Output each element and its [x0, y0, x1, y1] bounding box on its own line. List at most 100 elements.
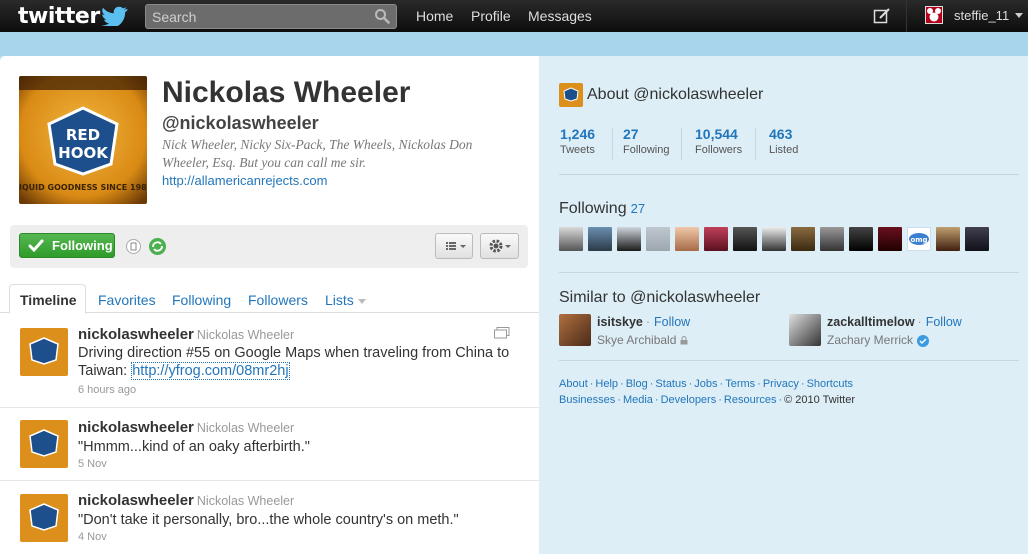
divider	[559, 360, 1019, 361]
separator-dot: ·	[645, 315, 651, 329]
following-avatar[interactable]	[762, 227, 786, 251]
following-avatar[interactable]	[675, 227, 699, 251]
tweet-avatar[interactable]	[20, 494, 68, 542]
stat-followers-number: 10,544	[695, 126, 738, 142]
following-avatar[interactable]	[849, 227, 873, 251]
footer-link-about[interactable]: About	[559, 378, 588, 390]
following-button[interactable]: Following	[19, 233, 115, 258]
profile-picture[interactable]: RED HOOK LIQUID GOODNESS SINCE 1981	[19, 76, 147, 204]
device-notifications-icon[interactable]	[126, 239, 141, 254]
tab-favorites[interactable]: Favorites	[98, 292, 156, 308]
tweet-timestamp[interactable]: 5 Nov	[78, 458, 107, 470]
bird-icon	[101, 6, 128, 26]
following-avatar[interactable]: omg	[907, 227, 931, 251]
profile-actions-bar: Following	[10, 225, 528, 268]
tweet-timestamp[interactable]: 6 hours ago	[78, 384, 136, 396]
similar-follow-link[interactable]: Follow	[926, 315, 962, 329]
similar-follow-link[interactable]: Follow	[654, 315, 690, 329]
compose-icon[interactable]	[873, 7, 891, 25]
user-name[interactable]: steffie_11	[954, 0, 1009, 32]
profile-url[interactable]: http://allamericanrejects.com	[162, 173, 327, 188]
stat-listed-label: Listed	[769, 144, 799, 156]
retweet-icon[interactable]	[149, 238, 166, 255]
following-avatar[interactable]	[965, 227, 989, 251]
tweet-link[interactable]: http://yfrog.com/08mr2hj	[131, 362, 290, 380]
following-avatar[interactable]	[559, 227, 583, 251]
twitter-logo[interactable]: twitter	[18, 3, 128, 29]
tweet-username[interactable]: nickolaswheeler Nickolas Wheeler	[78, 326, 294, 343]
avatar-ring-text: LIQUID GOODNESS SINCE 1981	[19, 183, 147, 192]
user-avatar[interactable]	[925, 6, 943, 24]
top-bar: twitter Home Profile Messages steffie_11	[0, 0, 1028, 32]
tweet[interactable]: nickolaswheeler Nickolas Wheeler "Hmmm...…	[0, 408, 539, 481]
footer-link-shortcuts[interactable]: Shortcuts	[807, 378, 853, 390]
search-icon[interactable]	[374, 8, 390, 24]
chevron-down-icon[interactable]	[1015, 13, 1023, 18]
footer-link-privacy[interactable]: Privacy	[763, 378, 799, 390]
similar-handle-text[interactable]: zackalltimelow	[827, 315, 915, 329]
stat-divider	[681, 128, 682, 160]
following-count[interactable]: 27	[631, 201, 645, 216]
footer-link-resources[interactable]: Resources	[724, 394, 777, 406]
following-avatar[interactable]	[646, 227, 670, 251]
tab-followers[interactable]: Followers	[248, 292, 308, 308]
tweet-username[interactable]: nickolaswheeler Nickolas Wheeler	[78, 419, 294, 436]
tweet-username[interactable]: nickolaswheeler Nickolas Wheeler	[78, 492, 294, 509]
stat-following-number: 27	[623, 126, 639, 142]
gear-menu-button[interactable]	[480, 233, 519, 259]
stat-listed-number: 463	[769, 126, 793, 142]
following-avatar[interactable]	[791, 227, 815, 251]
footer-link-developers[interactable]: Developers	[661, 394, 717, 406]
tab-following[interactable]: Following	[172, 292, 231, 308]
tweet-username-text: nickolaswheeler	[78, 326, 194, 343]
redhook-logo-image: RED HOOK LIQUID GOODNESS SINCE 1981	[19, 76, 147, 204]
following-section-title: Following 27	[559, 200, 645, 218]
search-input[interactable]	[146, 5, 366, 28]
stat-following[interactable]: 27 Following	[623, 126, 669, 156]
footer-link-help[interactable]: Help	[595, 378, 618, 390]
following-avatar[interactable]	[878, 227, 902, 251]
omg-logo-icon: omg	[909, 233, 929, 245]
similar-avatar[interactable]	[559, 314, 591, 346]
footer-link-media[interactable]: Media	[623, 394, 653, 406]
tweet[interactable]: nickolaswheeler Nickolas Wheeler Driving …	[0, 314, 539, 408]
tweet[interactable]: nickolaswheeler Nickolas Wheeler "Don't t…	[0, 481, 539, 554]
nav-home[interactable]: Home	[416, 0, 453, 32]
following-avatar[interactable]	[704, 227, 728, 251]
footer-link-blog[interactable]: Blog	[626, 378, 648, 390]
tab-timeline[interactable]: Timeline	[9, 284, 86, 314]
media-icon[interactable]	[494, 327, 510, 339]
stat-tweets[interactable]: 1,246 Tweets	[560, 126, 595, 156]
following-avatar[interactable]	[588, 227, 612, 251]
list-menu-button[interactable]	[435, 233, 473, 259]
footer-link-terms[interactable]: Terms	[725, 378, 755, 390]
similar-handle-text[interactable]: isitskye	[597, 315, 643, 329]
profile-tabs: Timeline Favorites Following Followers L…	[0, 284, 539, 314]
tweet-avatar[interactable]	[20, 420, 68, 468]
following-avatar[interactable]	[820, 227, 844, 251]
checkmark-icon	[28, 239, 44, 253]
tweet-timestamp[interactable]: 4 Nov	[78, 531, 107, 543]
footer-link-jobs[interactable]: Jobs	[694, 378, 717, 390]
list-icon	[446, 242, 466, 250]
following-avatar[interactable]	[617, 227, 641, 251]
tweet-realname: Nickolas Wheeler	[196, 421, 295, 435]
stat-listed[interactable]: 463 Listed	[769, 126, 798, 156]
nav-profile[interactable]: Profile	[471, 0, 511, 32]
similar-name-text: Skye Archibald	[597, 333, 677, 347]
sidebar: About @nickolaswheeler 1,246 Tweets 27 F…	[539, 56, 1028, 554]
following-avatar[interactable]	[733, 227, 757, 251]
lock-icon	[680, 336, 688, 345]
footer-link-businesses[interactable]: Businesses	[559, 394, 615, 406]
stat-followers-label: Followers	[695, 144, 743, 156]
footer-link-status[interactable]: Status	[655, 378, 686, 390]
nav-messages[interactable]: Messages	[528, 0, 592, 32]
similar-avatar[interactable]	[789, 314, 821, 346]
tab-lists[interactable]: Lists	[325, 292, 366, 308]
following-avatar[interactable]	[936, 227, 960, 251]
stat-followers[interactable]: 10,544 Followers	[695, 126, 742, 156]
main-panel: RED HOOK LIQUID GOODNESS SINCE 1981 Nick…	[0, 56, 539, 554]
logo-text: twitter	[18, 3, 100, 29]
tweet-avatar[interactable]	[20, 328, 68, 376]
tab-timeline-label: Timeline	[20, 292, 77, 308]
